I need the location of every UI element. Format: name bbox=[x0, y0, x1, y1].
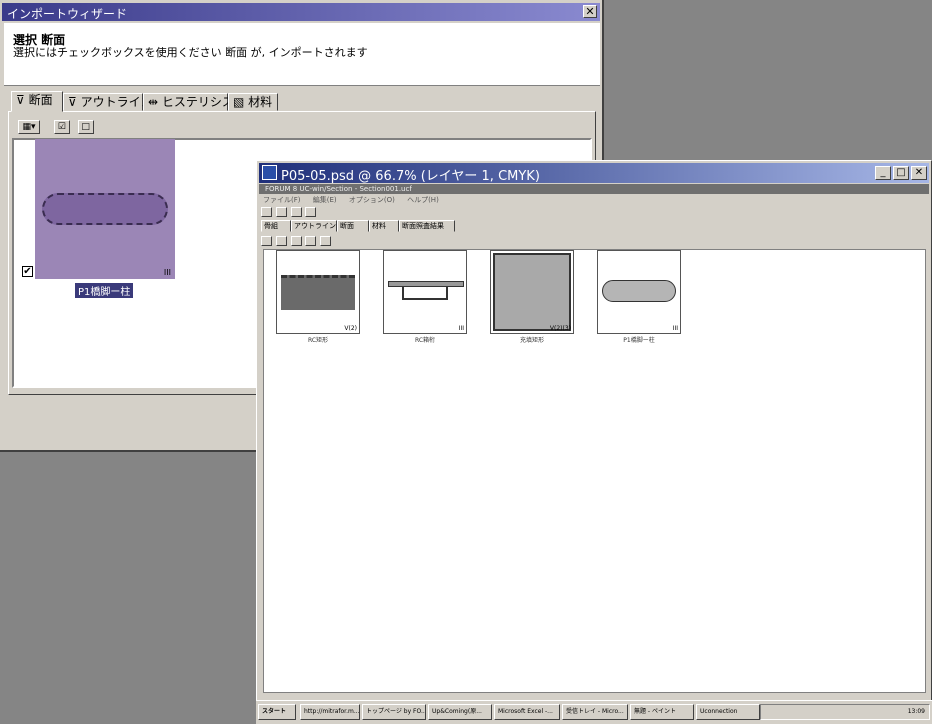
taskbar-item[interactable]: トップページ by FO... bbox=[362, 704, 426, 720]
box-girder-web bbox=[402, 286, 448, 300]
maximize-button[interactable]: □ bbox=[893, 166, 909, 180]
minimize-button[interactable]: _ bbox=[875, 166, 891, 180]
wizard-toolbar: ▦▾ ☑ □ bbox=[18, 118, 94, 134]
material-icon: ▧ bbox=[233, 95, 245, 109]
rc-rect-shape bbox=[281, 275, 355, 310]
menu-options[interactable]: オプション(O) bbox=[349, 196, 395, 204]
wizard-close-button[interactable]: ✕ bbox=[583, 5, 597, 18]
menu-help[interactable]: ヘルプ(H) bbox=[407, 196, 439, 204]
section-library-canvas: V(2) RC矩形 III RC箱桁 V(2)(3) 充填矩形 III P1橋脚… bbox=[263, 249, 926, 693]
taskbar-item[interactable]: Up&Coming(原... bbox=[428, 704, 492, 720]
thumb-badge: V(2)(3) bbox=[549, 325, 571, 332]
tab-section[interactable]: ⊽ 断面 bbox=[11, 91, 63, 112]
grid-view-icon[interactable]: ▦▾ bbox=[18, 120, 40, 134]
taskbar-item[interactable]: 無題 - ペイント bbox=[630, 704, 694, 720]
pier-section-shape bbox=[42, 193, 168, 225]
tab-label: 断面 bbox=[28, 93, 53, 107]
thumb-filled-rect[interactable]: V(2)(3) bbox=[490, 250, 574, 334]
thumb-badge: V(2) bbox=[344, 325, 357, 332]
system-tray: 13:09 bbox=[760, 704, 930, 720]
check-all-button[interactable]: ☑ bbox=[53, 120, 70, 134]
inner-toolbar bbox=[261, 206, 317, 220]
thumb-rc-box-girder[interactable]: III bbox=[383, 250, 467, 334]
outline-icon: ⊽ bbox=[68, 95, 77, 109]
copy-icon[interactable] bbox=[290, 236, 302, 246]
inner-app-title: FORUM 8 UC-win/Section - Section001.ucf bbox=[259, 184, 929, 194]
thumb-badge: III bbox=[672, 325, 678, 332]
tab-label: アウトライン bbox=[80, 95, 153, 109]
section-caption: P1橋脚ー柱 bbox=[75, 283, 134, 298]
tab-label: 材料 bbox=[248, 95, 273, 109]
thumb-badge: III bbox=[458, 325, 464, 332]
filled-rect-shape bbox=[493, 253, 571, 331]
section-tool-icon[interactable] bbox=[261, 236, 272, 246]
thumb-p1-pier[interactable]: III bbox=[597, 250, 681, 334]
section-thumbnail[interactable]: III bbox=[35, 139, 175, 279]
menu-edit[interactable]: 編集(E) bbox=[313, 196, 337, 204]
tab-label: ヒステリシス bbox=[161, 95, 234, 109]
photoshop-window: P05-05.psd @ 66.7% (レイヤー 1, CMYK) _ □ ✕ … bbox=[256, 160, 932, 724]
inner-tab-frame[interactable]: 骨組 bbox=[261, 220, 291, 232]
wizard-subtitle: 選択にはチェックボックスを使用ください 断面 が, インポートされます bbox=[13, 46, 368, 59]
section-icon: ⊽ bbox=[16, 93, 25, 107]
photoshop-app-icon bbox=[262, 165, 277, 180]
taskbar-item[interactable]: Microsoft Excel -... bbox=[494, 704, 560, 720]
pier-section-shape bbox=[602, 280, 676, 302]
close-button[interactable]: ✕ bbox=[911, 166, 927, 180]
wizard-header: 選択 断面 選択にはチェックボックスを使用ください 断面 が, インポートされま… bbox=[4, 23, 600, 86]
open-icon[interactable] bbox=[275, 207, 287, 217]
inner-section-toolbar bbox=[261, 235, 332, 249]
thumb-rc-rect[interactable]: V(2) bbox=[276, 250, 360, 334]
inner-tab-check-results[interactable]: 断面照査結果 bbox=[399, 220, 455, 232]
photoshop-title-bar[interactable]: P05-05.psd @ 66.7% (レイヤー 1, CMYK) _ □ ✕ bbox=[259, 163, 929, 184]
section-checkbox[interactable]: ✔ bbox=[22, 266, 33, 277]
taskbar: スタート http://mitrafor.m... トップページ by FO..… bbox=[256, 700, 932, 724]
section-tool-icon[interactable] bbox=[275, 236, 287, 246]
print-icon[interactable] bbox=[305, 207, 317, 217]
taskbar-item[interactable]: 受信トレイ - Micro... bbox=[562, 704, 628, 720]
inner-menu-bar: ファイル(F) 編集(E) オプション(O) ヘルプ(H) bbox=[259, 195, 929, 205]
start-button[interactable]: スタート bbox=[258, 704, 296, 720]
taskbar-item[interactable]: http://mitrafor.m... bbox=[300, 704, 360, 720]
thumb-caption: RC箱桁 bbox=[414, 337, 436, 344]
clock: 13:09 bbox=[907, 708, 925, 715]
section-badge: III bbox=[163, 268, 171, 277]
inner-tab-section[interactable]: 断面 bbox=[337, 220, 369, 232]
tab-material[interactable]: ▧ 材料 bbox=[228, 93, 278, 111]
delete-icon[interactable] bbox=[305, 236, 317, 246]
menu-file[interactable]: ファイル(F) bbox=[263, 196, 301, 204]
photoshop-title: P05-05.psd @ 66.7% (レイヤー 1, CMYK) bbox=[281, 169, 540, 184]
hysteresis-icon: ⇹ bbox=[148, 95, 159, 109]
thumb-caption: 充填矩形 bbox=[519, 337, 544, 344]
tab-outline[interactable]: ⊽ アウトライン bbox=[63, 93, 153, 111]
save-icon[interactable] bbox=[290, 207, 302, 217]
inner-app-title-text: FORUM 8 UC-win/Section - Section001.ucf bbox=[265, 185, 412, 193]
import-icon[interactable] bbox=[320, 236, 332, 246]
new-icon[interactable] bbox=[261, 207, 272, 217]
thumb-caption: P1橋脚ー柱 bbox=[623, 337, 655, 344]
inner-tab-outline[interactable]: アウトライン bbox=[291, 220, 337, 232]
taskbar-item[interactable]: Uconnection bbox=[696, 704, 760, 720]
wizard-title-bar[interactable]: インポートウィザード ✕ bbox=[2, 3, 600, 21]
uncheck-all-button[interactable]: □ bbox=[77, 120, 94, 134]
thumb-caption: RC矩形 bbox=[307, 337, 329, 344]
wizard-title: インポートウィザード bbox=[7, 7, 128, 21]
tab-hysteresis[interactable]: ⇹ ヒステリシス bbox=[143, 93, 234, 111]
inner-tab-material[interactable]: 材料 bbox=[369, 220, 399, 232]
